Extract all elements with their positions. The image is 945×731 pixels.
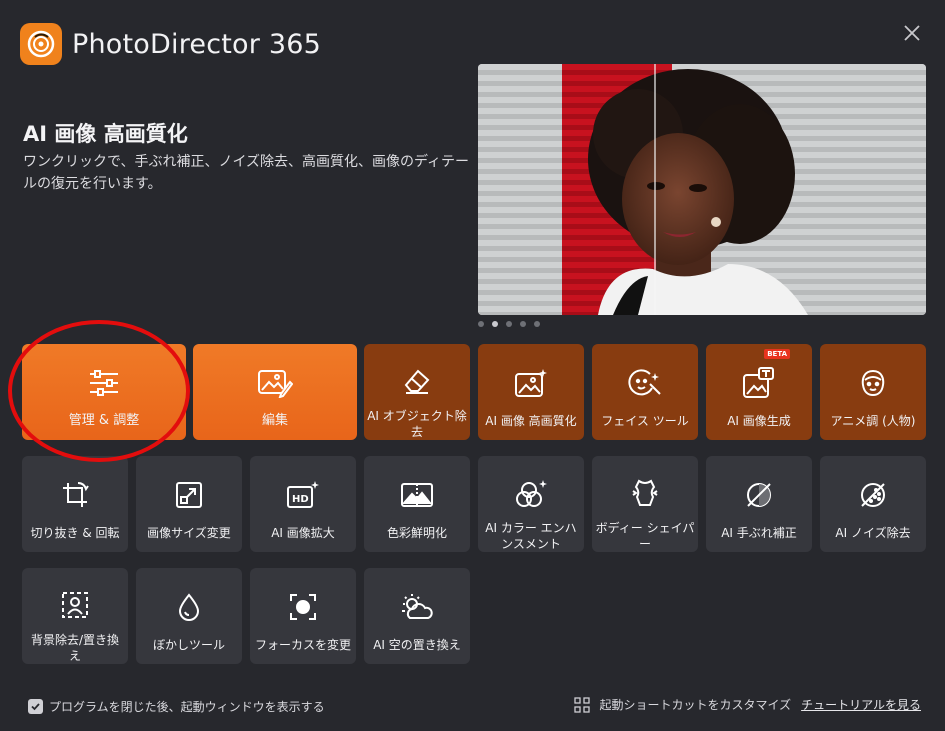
tile-body-shaper[interactable]: ボディー シェイパー xyxy=(592,456,698,552)
tile-color-vivid[interactable]: 色彩鮮明化 xyxy=(364,456,470,552)
ai-image-gen-icon xyxy=(739,363,779,403)
photodirector-logo xyxy=(20,23,62,65)
crop-rotate-icon xyxy=(55,475,95,515)
tile-label: 切り抜き & 回転 xyxy=(30,526,120,540)
feature-title: AI 画像 高画質化 xyxy=(23,122,188,146)
tile-label: AI 画像拡大 xyxy=(271,526,335,540)
tile-face-tools[interactable]: フェイス ツール xyxy=(592,344,698,440)
photo-edit-icon xyxy=(255,363,295,403)
tile-change-focus[interactable]: フォーカスを変更 xyxy=(250,568,356,664)
tile-label: AI カラー エンハンスメント xyxy=(485,521,577,551)
customize-shortcuts-button[interactable]: 起動ショートカットをカスタマイズ xyxy=(574,696,791,713)
svg-text:HD: HD xyxy=(292,494,309,505)
tile-edit[interactable]: 編集 xyxy=(193,344,357,440)
show-on-close-checkbox[interactable] xyxy=(28,699,43,714)
tile-crop-rotate[interactable]: 切り抜き & 回転 xyxy=(22,456,128,552)
tile-background-removal[interactable]: 背景除去/置き換え xyxy=(22,568,128,664)
eraser-icon xyxy=(397,363,437,398)
tile-label: 色彩鮮明化 xyxy=(386,526,447,540)
tile-ai-image-enhance[interactable]: AI 画像 高画質化 xyxy=(478,344,584,440)
close-icon xyxy=(904,25,920,41)
customize-shortcuts-label: 起動ショートカットをカスタマイズ xyxy=(599,698,792,712)
body-shaper-icon xyxy=(625,475,665,510)
close-button[interactable] xyxy=(899,20,925,46)
tile-label: 背景除去/置き換え xyxy=(30,633,120,663)
carousel-dots xyxy=(478,321,540,327)
carousel-dot[interactable] xyxy=(534,321,540,327)
tile-label: AI ノイズ除去 xyxy=(835,526,911,540)
app-title: PhotoDirector 365 xyxy=(72,28,321,60)
denoise-icon xyxy=(853,475,893,515)
feature-description: ワンクリックで、手ぶれ補正、ノイズ除去、高画質化、画像のディテールの復元を行いま… xyxy=(23,154,470,192)
app-header: PhotoDirector 365 xyxy=(20,22,321,66)
tile-label: AI 手ぶれ補正 xyxy=(721,526,797,540)
tutorial-link[interactable]: チュートリアルを見る xyxy=(801,696,921,713)
tile-ai-deblur[interactable]: AI 手ぶれ補正 xyxy=(706,456,812,552)
tile-ai-color-enhancement[interactable]: AI カラー エンハンスメント xyxy=(478,456,584,552)
carousel-dot[interactable] xyxy=(520,321,526,327)
tile-label: ボディー シェイパー xyxy=(595,521,695,551)
feature-preview-image[interactable] xyxy=(478,64,926,315)
color-vivid-icon xyxy=(397,475,437,515)
tile-ai-image-generation[interactable]: BETA AI 画像生成 xyxy=(706,344,812,440)
footer-links: 起動ショートカットをカスタマイズ チュートリアルを見る xyxy=(574,696,921,713)
carousel-dot-active[interactable] xyxy=(492,321,498,327)
face-wand-icon xyxy=(625,363,665,403)
carousel-dot[interactable] xyxy=(506,321,512,327)
tile-manage-adjust[interactable]: 管理 & 調整 xyxy=(22,344,186,440)
show-on-close-option[interactable]: プログラムを閉じた後、起動ウィンドウを表示する xyxy=(28,698,325,715)
tile-label: フォーカスを変更 xyxy=(254,638,351,652)
person-cutout-icon xyxy=(55,587,95,622)
tile-image-resize[interactable]: 画像サイズ変更 xyxy=(136,456,242,552)
tile-ai-object-removal[interactable]: AI オブジェクト除去 xyxy=(364,344,470,440)
tile-label: 画像サイズ変更 xyxy=(147,526,231,540)
grid-icon xyxy=(574,696,591,713)
tile-ai-denoise[interactable]: AI ノイズ除去 xyxy=(820,456,926,552)
show-on-close-label: プログラムを閉じた後、起動ウィンドウを表示する xyxy=(49,700,325,714)
beta-badge: BETA xyxy=(764,349,790,359)
tile-ai-sky-replacement[interactable]: AI 空の置き換え xyxy=(364,568,470,664)
color-circles-icon xyxy=(511,475,551,514)
tile-label: アニメ調 (人物) xyxy=(830,414,916,428)
focus-icon xyxy=(283,587,323,627)
anime-person-icon xyxy=(853,363,893,403)
checkmark-icon xyxy=(31,703,40,711)
sliders-icon xyxy=(84,363,124,403)
resize-icon xyxy=(169,475,209,515)
tile-label: ぼかしツール xyxy=(152,638,225,652)
tile-label: AI 画像生成 xyxy=(727,414,791,428)
sky-replace-icon xyxy=(397,587,437,627)
deblur-icon xyxy=(739,475,779,515)
tile-label: AI 画像 高画質化 xyxy=(485,414,577,428)
tile-label: AI オブジェクト除去 xyxy=(367,409,467,439)
tile-label: 編集 xyxy=(261,413,288,428)
tile-ai-upscale[interactable]: HD AI 画像拡大 xyxy=(250,456,356,552)
hd-upscale-icon: HD xyxy=(283,475,323,515)
tile-blur-tool[interactable]: ぼかしツール xyxy=(136,568,242,664)
tile-label: フェイス ツール xyxy=(601,414,689,428)
tile-label: 管理 & 調整 xyxy=(68,413,140,428)
ai-enhance-icon xyxy=(511,363,551,403)
tile-label: AI 空の置き換え xyxy=(373,638,461,652)
carousel-dot[interactable] xyxy=(478,321,484,327)
tile-anime-portrait[interactable]: アニメ調 (人物) xyxy=(820,344,926,440)
blur-drop-icon xyxy=(169,587,209,627)
